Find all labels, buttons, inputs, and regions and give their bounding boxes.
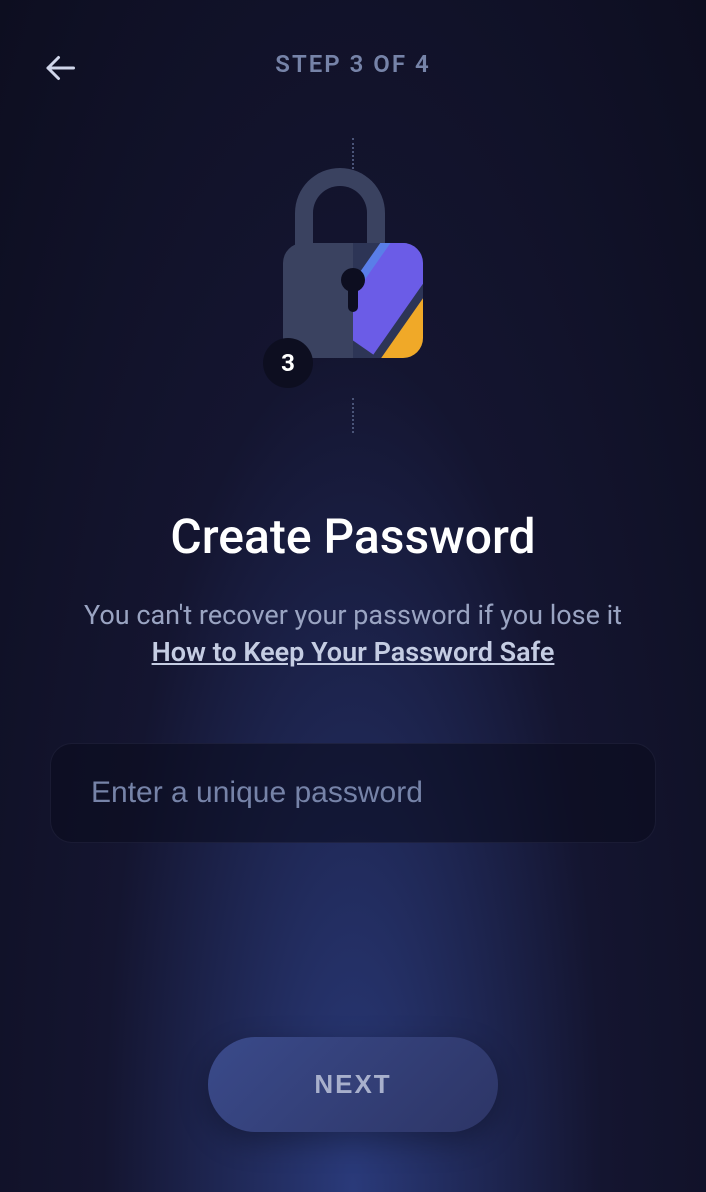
next-button[interactable]: NEXT (208, 1037, 498, 1132)
back-button[interactable] (40, 48, 80, 88)
step-indicator: STEP 3 OF 4 (275, 50, 430, 78)
page-title: Create Password (40, 508, 666, 565)
page-subtitle: You can't recover your password if you l… (40, 595, 666, 636)
lock-illustration: 3 (0, 168, 706, 398)
back-arrow-icon (42, 50, 78, 86)
password-input[interactable] (50, 743, 656, 843)
password-safety-link[interactable]: How to Keep Your Password Safe (152, 636, 555, 668)
step-number-badge: 3 (263, 338, 313, 388)
